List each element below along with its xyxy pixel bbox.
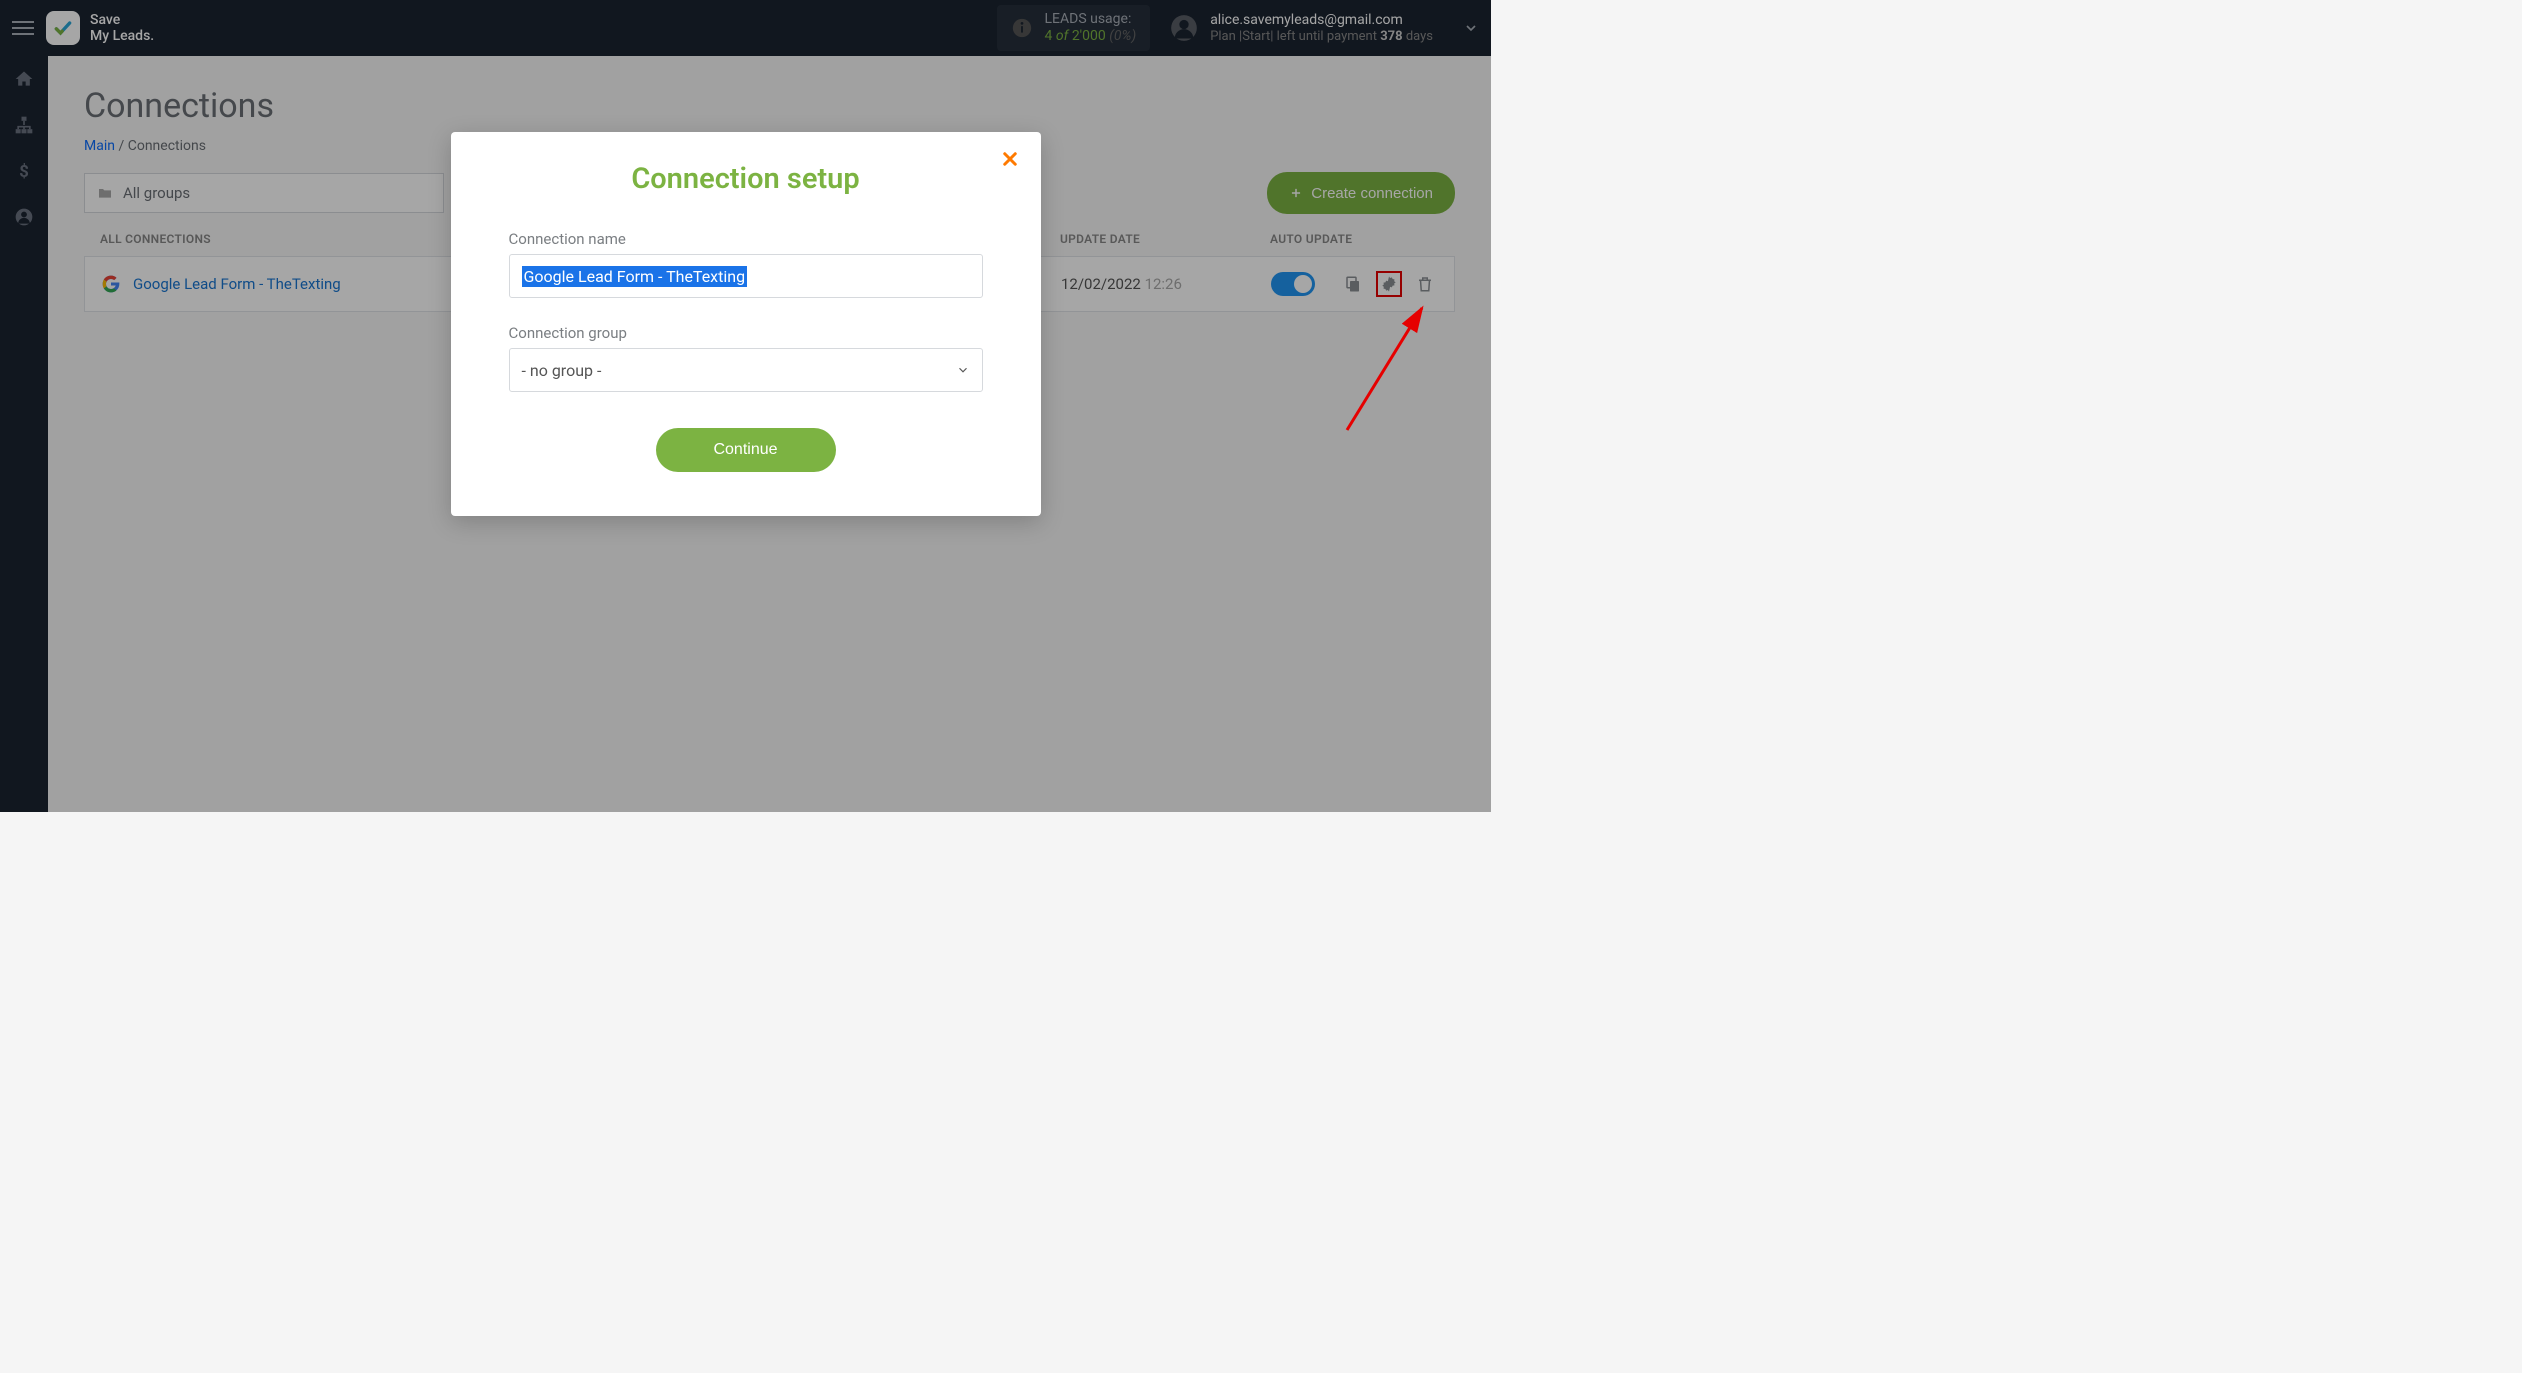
connection-name-input[interactable]: Google Lead Form - TheTexting <box>509 254 983 298</box>
connection-name-label: Connection name <box>509 230 983 248</box>
chevron-down-icon <box>956 363 970 377</box>
modal-overlay: Connection setup Connection name Google … <box>0 0 1491 812</box>
modal-title: Connection setup <box>509 162 983 196</box>
close-icon[interactable] <box>1001 150 1019 172</box>
continue-button[interactable]: Continue <box>656 428 836 472</box>
connection-setup-modal: Connection setup Connection name Google … <box>451 132 1041 516</box>
connection-group-label: Connection group <box>509 324 983 342</box>
connection-group-select[interactable]: - no group - <box>509 348 983 392</box>
